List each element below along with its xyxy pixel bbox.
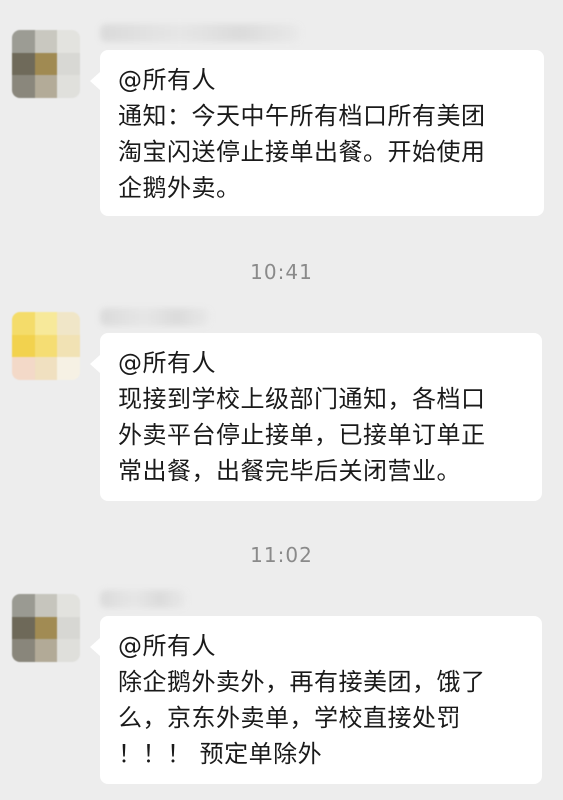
mention-text: @所有人 bbox=[118, 632, 216, 660]
message-bubble[interactable]: @所有人 现接到学校上级部门通知，各档口 外卖平台停止接单，已接单订单正 常出餐… bbox=[90, 333, 542, 501]
timestamp: 10:41 bbox=[250, 260, 313, 284]
sender-name-blurred bbox=[100, 308, 210, 326]
mention-text: @所有人 bbox=[118, 66, 216, 94]
message-line: 现接到学校上级部门通知，各档口 bbox=[118, 385, 486, 413]
message-line: 企鹅外卖。 bbox=[118, 174, 241, 202]
message-bubble[interactable]: @所有人 除企鹅外卖外，再有接美团，饿了 么，京东外卖单，学校直接处罚 ！！！ … bbox=[90, 616, 542, 784]
message-line: 淘宝闪送停止接单出餐。开始使用 bbox=[118, 138, 486, 166]
sender-name-blurred bbox=[100, 590, 186, 608]
message-line: 通知：今天中午所有档口所有美团 bbox=[118, 102, 486, 130]
message-line: 除企鹅外卖外，再有接美团，饿了 bbox=[118, 668, 486, 696]
message-line: 常出餐，出餐完毕后关闭营业。 bbox=[118, 457, 461, 485]
message-line: ！！！ 预定单除外 bbox=[118, 740, 323, 768]
avatar[interactable] bbox=[12, 312, 80, 380]
avatar[interactable] bbox=[12, 594, 80, 662]
mention-text: @所有人 bbox=[118, 349, 216, 377]
avatar[interactable] bbox=[12, 30, 80, 98]
message-bubble[interactable]: @所有人 通知：今天中午所有档口所有美团 淘宝闪送停止接单出餐。开始使用 企鹅外… bbox=[90, 50, 544, 216]
timestamp: 11:02 bbox=[250, 543, 313, 567]
message-line: 么，京东外卖单，学校直接处罚 bbox=[118, 704, 461, 732]
message-line: 外卖平台停止接单，已接单订单正 bbox=[118, 421, 486, 449]
sender-name-blurred bbox=[100, 24, 300, 42]
